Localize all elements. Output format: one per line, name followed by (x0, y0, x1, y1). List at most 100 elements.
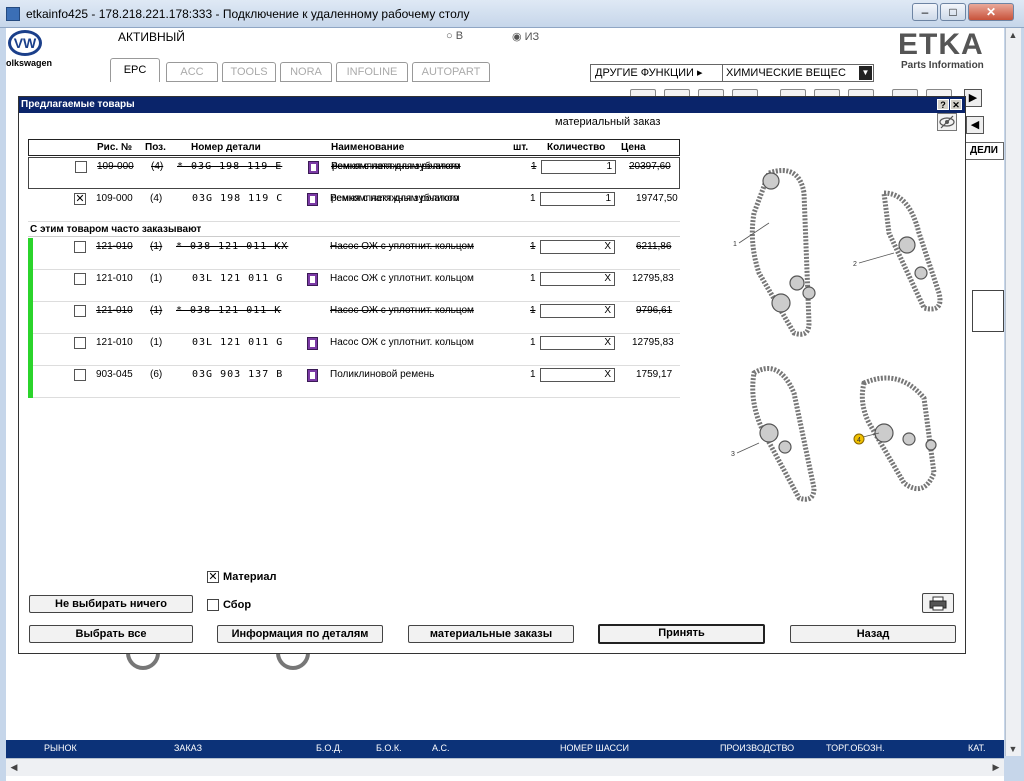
row-part-number: 03G 903 137 B (192, 369, 284, 380)
table-row[interactable]: 121-010 (1) 03L 121 011 G Насос ОЖ с упл… (28, 270, 680, 302)
row-pcs: 1 (531, 161, 537, 172)
row-checkbox[interactable] (74, 337, 86, 349)
row-fig: 109-000 (97, 161, 134, 172)
select-none-button[interactable]: Не выбирать ничего (29, 595, 193, 613)
print-button[interactable] (922, 593, 954, 613)
document-icon[interactable] (307, 369, 318, 382)
row-checkbox[interactable] (75, 161, 87, 173)
vertical-scrollbar[interactable]: ▲ ▼ (1005, 28, 1021, 756)
tab-infoline[interactable]: INFOLINE (336, 62, 408, 82)
col-qty: Количество (547, 142, 606, 153)
tab-epc[interactable]: EPC (110, 58, 160, 82)
tab-acc[interactable]: ACC (166, 62, 218, 82)
suggested-products-dialog: Предлагаемые товары ? ✕ материальный зак… (18, 96, 966, 654)
row-part-number: * 03G 198 119 E (177, 161, 283, 172)
printer-icon (929, 596, 947, 611)
related-marker (28, 270, 33, 302)
table-row[interactable]: ✕ 109-000 (4) 03G 198 119 C Ремкомплект … (28, 190, 680, 222)
row-part-number: 03L 121 011 G (192, 273, 284, 284)
dialog-titlebar: Предлагаемые товары ? ✕ (19, 97, 965, 113)
table-row[interactable]: 121-010 (1) * 038 121 011 K Насос ОЖ с у… (28, 302, 680, 334)
tab-tools[interactable]: TOOLS (222, 62, 276, 82)
quantity-field[interactable]: 1 (540, 192, 615, 206)
brand-name: olkswagen (6, 58, 53, 68)
row-checkbox[interactable] (74, 273, 86, 285)
scroll-up-icon[interactable]: ▲ (1006, 28, 1020, 42)
document-icon[interactable] (307, 337, 318, 350)
dialog-title: Предлагаемые товары (21, 99, 135, 110)
dialog-close-button[interactable]: ✕ (950, 99, 962, 110)
accept-button[interactable]: Принять (598, 624, 765, 644)
related-section-label: С этим товаром часто заказывают (28, 223, 680, 237)
row-checkbox[interactable] (74, 241, 86, 253)
other-functions-label[interactable]: ДРУГИЕ ФУНКЦИИ ▸ (590, 64, 724, 82)
prev-arrow-icon[interactable]: ◀ (966, 116, 984, 134)
row-price: 12795,83 (632, 273, 674, 284)
status-bod: Б.О.Д. (316, 743, 343, 753)
row-pcs: 1 (530, 337, 536, 348)
document-icon[interactable] (307, 193, 318, 206)
status-production: ПРОИЗВОДСТВО (720, 743, 795, 753)
quantity-field[interactable]: X (540, 368, 615, 382)
row-name-line2: ремня с натяжным роликом (332, 161, 461, 172)
table-row[interactable]: 121-010 (1) 03L 121 011 G Насос ОЖ с упл… (28, 334, 680, 366)
dialog-caption: материальный заказ (555, 116, 661, 128)
part-info-button[interactable]: Информация по деталям (217, 625, 383, 643)
help-button[interactable]: ? (937, 99, 949, 110)
row-pos: (1) (150, 337, 163, 348)
hide-icon[interactable] (937, 113, 957, 131)
document-icon[interactable] (307, 273, 318, 286)
maximize-button[interactable]: □ (940, 3, 966, 21)
table-row[interactable]: 121-010 (1) * 038 121 011 KX Насос ОЖ с … (28, 238, 680, 270)
scroll-right-icon[interactable]: ▶ (989, 760, 1003, 774)
status-trade: ТОРГ.ОБОЗН. (826, 743, 885, 753)
close-window-button[interactable]: ✕ (968, 3, 1014, 21)
models-button[interactable]: ДЕЛИ (964, 142, 1004, 160)
back-button[interactable]: Назад (790, 625, 956, 643)
document-icon[interactable] (308, 161, 319, 174)
radio-b[interactable]: ○ В (446, 30, 463, 42)
col-fig: Рис. № (97, 142, 133, 153)
quantity-field[interactable]: X (540, 272, 615, 286)
quantity-field[interactable]: X (540, 240, 615, 254)
select-all-button[interactable]: Выбрать все (29, 625, 193, 643)
row-fig: 121-010 (96, 305, 133, 316)
row-pos: (1) (150, 241, 163, 252)
row-checkbox[interactable] (74, 369, 86, 381)
row-price: 20397,60 (629, 161, 671, 172)
quantity-field[interactable]: X (540, 336, 615, 350)
scroll-down-icon[interactable]: ▼ (1006, 742, 1020, 756)
material-orders-button[interactable]: материальные заказы (408, 625, 574, 643)
table-row[interactable]: 903-045 (6) 03G 903 137 B Поликлиновой р… (28, 366, 680, 398)
quantity-field[interactable]: X (540, 304, 615, 318)
next-page-icon[interactable]: ▶ (964, 89, 982, 107)
horizontal-scrollbar[interactable]: ◀ ▶ (6, 758, 1004, 776)
quantity-field[interactable]: 1 (541, 160, 616, 174)
material-checkbox[interactable]: ✕ (207, 571, 219, 583)
chevron-down-icon[interactable]: ▼ (859, 66, 872, 80)
row-name: Насос ОЖ с уплотнит. кольцом (330, 273, 474, 284)
table-row[interactable]: 109-000 (4) * 03G 198 119 E Ремкомплект … (28, 157, 680, 189)
row-pos: (4) (150, 193, 163, 204)
collect-checkbox[interactable] (207, 599, 219, 611)
row-part-number: * 038 121 011 K (176, 305, 282, 316)
rdp-icon (6, 7, 20, 21)
vw-logo: VW (8, 30, 42, 56)
col-pcs: шт. (513, 142, 529, 153)
functions-select-value: ХИМИЧЕСКИЕ ВЕЩЕС (726, 67, 846, 79)
row-pcs: 1 (530, 273, 536, 284)
scroll-left-icon[interactable]: ◀ (7, 760, 21, 774)
row-price: 9796,61 (636, 305, 673, 316)
tab-autopart[interactable]: AUTOPART (412, 62, 490, 82)
illustration-label: 2 (853, 261, 857, 268)
row-name: Насос ОЖ с уплотнит. кольцом (330, 305, 474, 316)
window-titlebar: etkainfo425 - 178.218.221.178:333 - Подк… (0, 0, 1024, 28)
radio-iz[interactable]: ◉ ИЗ (512, 30, 539, 43)
row-pos: (1) (150, 273, 163, 284)
window-title: etkainfo425 - 178.218.221.178:333 - Подк… (26, 7, 470, 21)
functions-select[interactable]: ХИМИЧЕСКИЕ ВЕЩЕС ▼ (722, 64, 874, 82)
tab-nora[interactable]: NORA (280, 62, 332, 82)
minimize-button[interactable]: – (912, 3, 938, 21)
row-checkbox[interactable]: ✕ (74, 193, 86, 205)
row-checkbox[interactable] (74, 305, 86, 317)
